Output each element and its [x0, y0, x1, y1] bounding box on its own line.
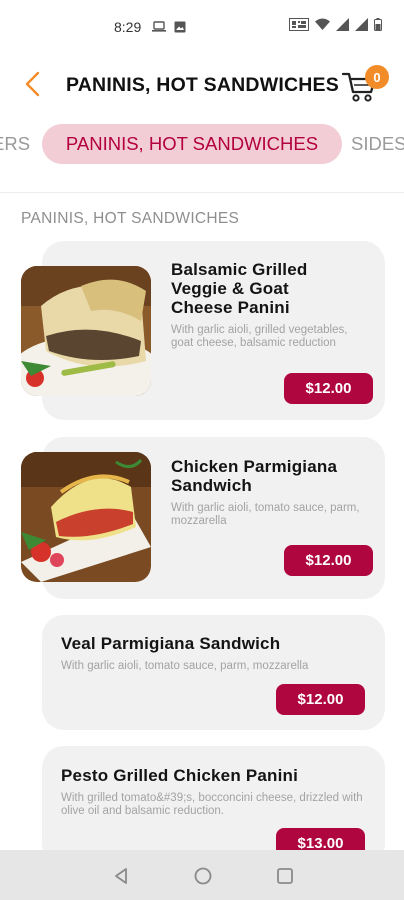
laptop-icon: [152, 20, 166, 38]
nav-home-button[interactable]: [192, 865, 214, 887]
divider: [0, 192, 404, 193]
add-to-cart-price-button[interactable]: $12.00: [276, 684, 365, 715]
item-name: Balsamic Grilled Veggie & Goat Cheese Pa…: [171, 260, 308, 317]
item-description: With garlic aioli, tomato sauce, parm, m…: [171, 502, 360, 527]
circle-home-icon: [192, 867, 214, 891]
square-recents-icon: [274, 868, 296, 891]
section-title: PANINIS, HOT SANDWICHES: [21, 210, 240, 227]
item-description: With garlic aioli, grilled vegetables, g…: [171, 324, 348, 349]
qr-icon: [289, 18, 309, 36]
cart-count-badge: 0: [365, 65, 389, 89]
item-name: Veal Parmigiana Sandwich: [61, 634, 281, 653]
item-name: Chicken Parmigiana Sandwich: [171, 457, 338, 495]
back-button[interactable]: [18, 70, 46, 102]
item-photo: [21, 452, 151, 582]
image-icon: [174, 20, 186, 38]
item-description: With grilled tomato&#39;s, bocconcini ch…: [61, 792, 363, 817]
item-photo: [21, 266, 151, 396]
wifi-icon: [315, 18, 330, 36]
tab-previous-category[interactable]: ERS: [0, 124, 30, 164]
app-header: PANINIS, HOT SANDWICHES: [0, 58, 404, 114]
item-description: With garlic aioli, tomato sauce, parm, m…: [61, 660, 309, 672]
tab-paninis-hot-sandwiches[interactable]: PANINIS, HOT SANDWICHES: [42, 124, 342, 164]
chevron-left-icon: [24, 71, 40, 102]
add-to-cart-price-button[interactable]: $12.00: [284, 373, 373, 404]
tab-sides[interactable]: SIDES: [351, 124, 404, 164]
page-title: PANINIS, HOT SANDWICHES: [66, 74, 339, 96]
status-time: 8:29: [114, 19, 142, 35]
system-navigation-bar: [0, 850, 404, 900]
item-name: Pesto Grilled Chicken Panini: [61, 766, 299, 785]
status-bar: 8:29: [0, 0, 404, 52]
triangle-back-icon: [111, 868, 133, 891]
shopping-cart-icon: [341, 72, 378, 108]
signal-icon: [336, 18, 349, 36]
signal-icon: [355, 18, 368, 36]
nav-back-button[interactable]: [111, 865, 133, 887]
battery-icon: [374, 18, 382, 36]
nav-recents-button[interactable]: [274, 865, 296, 887]
add-to-cart-price-button[interactable]: $12.00: [284, 545, 373, 576]
category-tabs: ERS PANINIS, HOT SANDWICHES SIDES: [0, 124, 404, 166]
